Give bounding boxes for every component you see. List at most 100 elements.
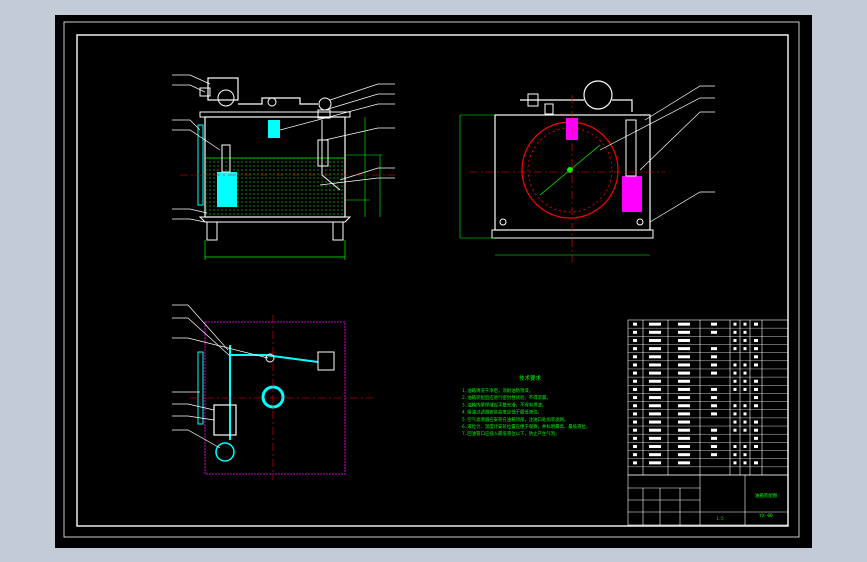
parts-list-cell-mark xyxy=(743,347,747,351)
parts-list-cell-mark xyxy=(743,387,747,391)
parts-list-cell-mark xyxy=(678,445,690,449)
parts-list-cell-mark xyxy=(649,387,661,391)
parts-list-cell-mark xyxy=(633,338,637,342)
parts-list-cell-mark xyxy=(754,445,758,449)
parts-list-cell-mark xyxy=(649,379,661,383)
parts-list-cell-mark xyxy=(633,404,637,408)
parts-list-cell-mark xyxy=(649,436,661,440)
parts-list-cell-mark xyxy=(733,404,737,408)
parts-list-cell-mark xyxy=(754,436,758,440)
parts-list-cell-mark xyxy=(743,338,747,342)
parts-list-cell-mark xyxy=(743,379,747,383)
parts-list-cell-mark xyxy=(678,371,690,375)
parts-list-cell-mark xyxy=(633,379,637,383)
parts-list-cell-mark xyxy=(678,420,690,424)
parts-list-cell-mark xyxy=(733,387,737,391)
parts-list-cell-mark xyxy=(743,428,747,432)
parts-list-cell-mark xyxy=(743,371,747,375)
parts-list-cell-mark xyxy=(711,355,717,359)
parts-list-cell-mark xyxy=(678,330,690,334)
parts-list-cell-mark xyxy=(678,379,690,383)
parts-list-cell-mark xyxy=(754,322,758,326)
parts-list-cell-mark xyxy=(678,428,690,432)
parts-list-cell-mark xyxy=(633,330,637,334)
parts-list-cell-mark xyxy=(633,322,637,326)
parts-list-cell-mark xyxy=(633,347,637,351)
parts-list-cell-mark xyxy=(649,428,661,432)
parts-list-cell-mark xyxy=(633,428,637,432)
parts-list-cell-mark xyxy=(678,347,690,351)
parts-list-cell-mark xyxy=(733,322,737,326)
technical-note: 3.油箱内壁焊缝应平整光滑，不得有焊渣。 xyxy=(462,401,546,408)
parts-list-cell-mark xyxy=(733,445,737,449)
air-breather xyxy=(268,120,280,138)
parts-list-cell-mark xyxy=(743,453,747,457)
technical-note: 5.空气滤清器应安装在油箱顶部，注油口处加装滤网。 xyxy=(462,416,568,423)
parts-list-cell-mark xyxy=(649,396,661,400)
parts-list-cell-mark xyxy=(633,412,637,416)
technical-note: 6.液位计、温度计安装位置应便于观察，并标明最高、最低液位。 xyxy=(462,423,590,430)
parts-list-cell-mark xyxy=(649,330,661,334)
heater xyxy=(622,176,642,212)
parts-list-cell-mark xyxy=(649,420,661,424)
parts-list-cell-mark xyxy=(678,461,690,465)
parts-list-cell-mark xyxy=(733,347,737,351)
parts-list-cell-mark xyxy=(649,461,661,465)
parts-list-cell-mark xyxy=(633,363,637,367)
parts-list-cell-mark xyxy=(754,420,758,424)
parts-list-cell-mark xyxy=(743,404,747,408)
parts-list-cell-mark xyxy=(754,428,758,432)
parts-list-cell-mark xyxy=(733,461,737,465)
parts-list-cell-mark xyxy=(754,347,758,351)
parts-list-cell-mark xyxy=(678,436,690,440)
parts-list-cell-mark xyxy=(733,338,737,342)
parts-list-cell-mark xyxy=(633,396,637,400)
parts-list-cell-mark xyxy=(754,379,758,383)
drawing-title: 油箱装配图 xyxy=(755,492,778,499)
parts-list-cell-mark xyxy=(678,363,690,367)
parts-list-cell-mark xyxy=(754,355,758,359)
parts-list-cell-mark xyxy=(743,330,747,334)
parts-list-cell-mark xyxy=(711,412,717,416)
parts-list-cell-mark xyxy=(649,355,661,359)
parts-list-cell-mark xyxy=(711,322,717,326)
parts-list-cell-mark xyxy=(649,404,661,408)
parts-list-cell-mark xyxy=(649,371,661,375)
parts-list-cell-mark xyxy=(754,338,758,342)
notes-heading: 技术要求 xyxy=(519,374,542,382)
parts-list-cell-mark xyxy=(754,396,758,400)
parts-list-cell-mark xyxy=(733,379,737,383)
drawing-canvas xyxy=(55,15,812,548)
parts-list-cell-mark xyxy=(733,371,737,375)
technical-note: 7.回油管口应插入最低液位以下，防止产生气泡。 xyxy=(462,430,560,437)
parts-list-cell-mark xyxy=(743,445,747,449)
parts-list-cell-mark xyxy=(633,420,637,424)
parts-list-cell-mark xyxy=(678,453,690,457)
cad-viewport: 油箱装配图 YX-00 1:5 技术要求 1.油箱清洗干净后，涂耐油防锈漆。 2.… xyxy=(0,0,867,562)
cad-drawing: 油箱装配图 YX-00 1:5 技术要求 1.油箱清洗干净后，涂耐油防锈漆。2.… xyxy=(55,15,812,548)
technical-note: 4.吸油过滤器安装高度应低于最低液位。 xyxy=(462,409,542,416)
parts-list-cell-mark xyxy=(733,363,737,367)
parts-list-cell-mark xyxy=(633,387,637,391)
parts-list-cell-mark xyxy=(678,396,690,400)
parts-list-cell-mark xyxy=(733,428,737,432)
parts-list-cell-mark xyxy=(711,396,717,400)
parts-list-cell-mark xyxy=(633,371,637,375)
parts-list-cell-mark xyxy=(733,412,737,416)
parts-list-cell-mark xyxy=(678,355,690,359)
suction-filter xyxy=(217,172,237,207)
parts-list-cell-mark xyxy=(633,445,637,449)
parts-list-cell-mark xyxy=(649,412,661,416)
parts-list-cell-mark xyxy=(743,322,747,326)
parts-list-cell-mark xyxy=(649,453,661,457)
parts-list-cell-mark xyxy=(649,338,661,342)
parts-list-cell-mark xyxy=(711,387,717,391)
parts-list-cell-mark xyxy=(733,330,737,334)
drawing-scale: 1:5 xyxy=(716,516,724,521)
parts-list-cell-mark xyxy=(743,363,747,367)
parts-list-cell-mark xyxy=(649,322,661,326)
parts-list-cell-mark xyxy=(711,453,717,457)
parts-list-cell-mark xyxy=(743,461,747,465)
parts-list-cell-mark xyxy=(733,420,737,424)
parts-list-cell-mark xyxy=(733,453,737,457)
